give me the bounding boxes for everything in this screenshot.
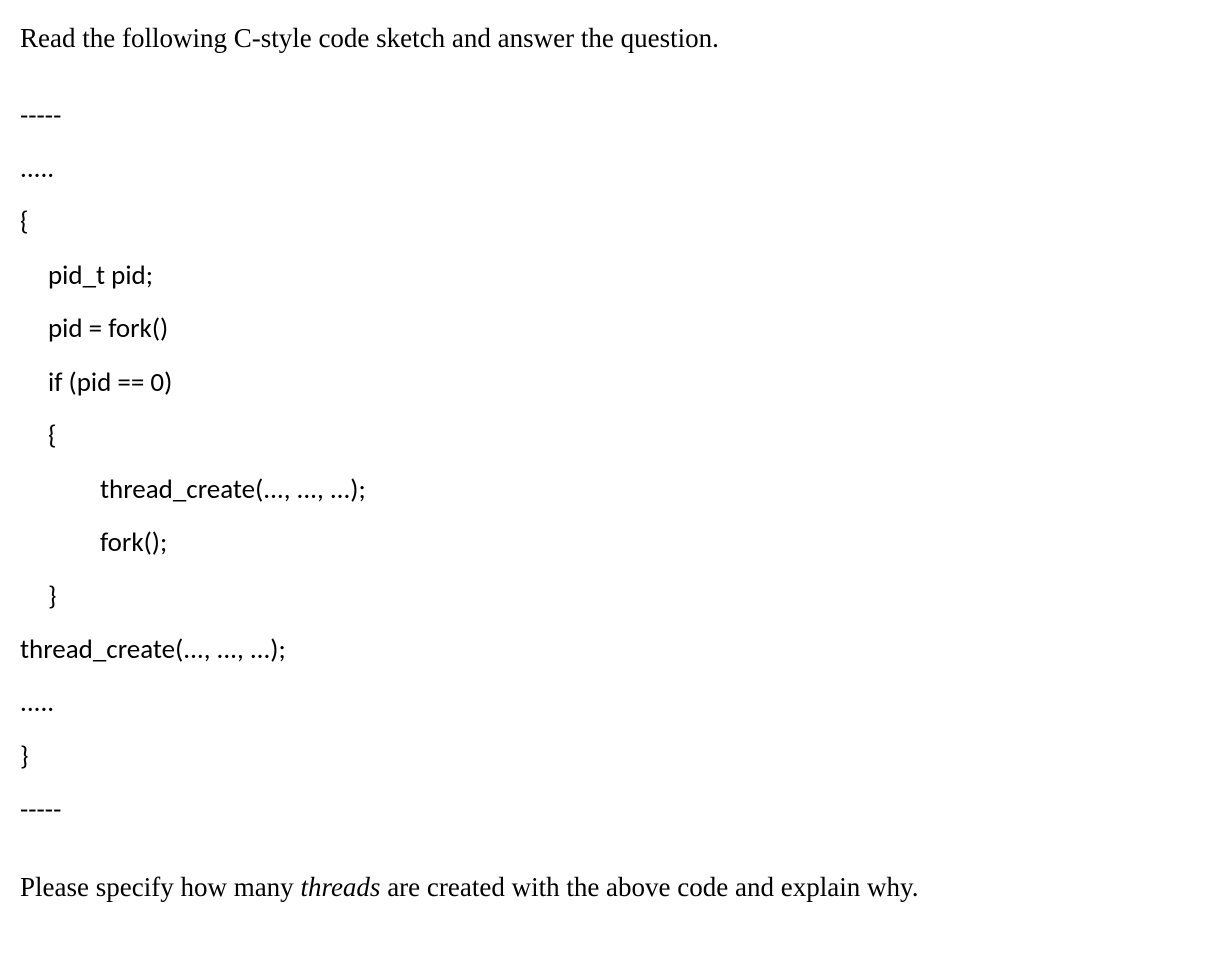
code-block: ----- ..... { pid_t pid; pid = fork() if… bbox=[20, 89, 1194, 837]
question-text: Please specify how many threads are crea… bbox=[20, 867, 1194, 908]
code-line-thread-create-1: thread_create(..., ..., ...); bbox=[20, 463, 1194, 516]
code-line-fork-2: fork(); bbox=[20, 516, 1194, 569]
question-italic-word: threads bbox=[300, 872, 380, 902]
question-prefix: Please specify how many bbox=[20, 872, 300, 902]
inner-open-brace: { bbox=[20, 409, 1194, 462]
ellipsis-1: ..... bbox=[20, 142, 1194, 195]
separator-top: ----- bbox=[20, 89, 1194, 142]
intro-text: Read the following C-style code sketch a… bbox=[20, 18, 1194, 59]
code-line-pid-decl: pid_t pid; bbox=[20, 249, 1194, 302]
code-line-thread-create-2: thread_create(..., ..., ...); bbox=[20, 623, 1194, 676]
close-brace: } bbox=[20, 730, 1194, 783]
open-brace: { bbox=[20, 195, 1194, 248]
inner-close-brace: } bbox=[20, 570, 1194, 623]
ellipsis-2: ..... bbox=[20, 676, 1194, 729]
code-line-if: if (pid == 0) bbox=[20, 356, 1194, 409]
separator-bottom: ----- bbox=[20, 783, 1194, 836]
question-suffix: are created with the above code and expl… bbox=[380, 872, 918, 902]
code-line-pid-fork: pid = fork() bbox=[20, 302, 1194, 355]
